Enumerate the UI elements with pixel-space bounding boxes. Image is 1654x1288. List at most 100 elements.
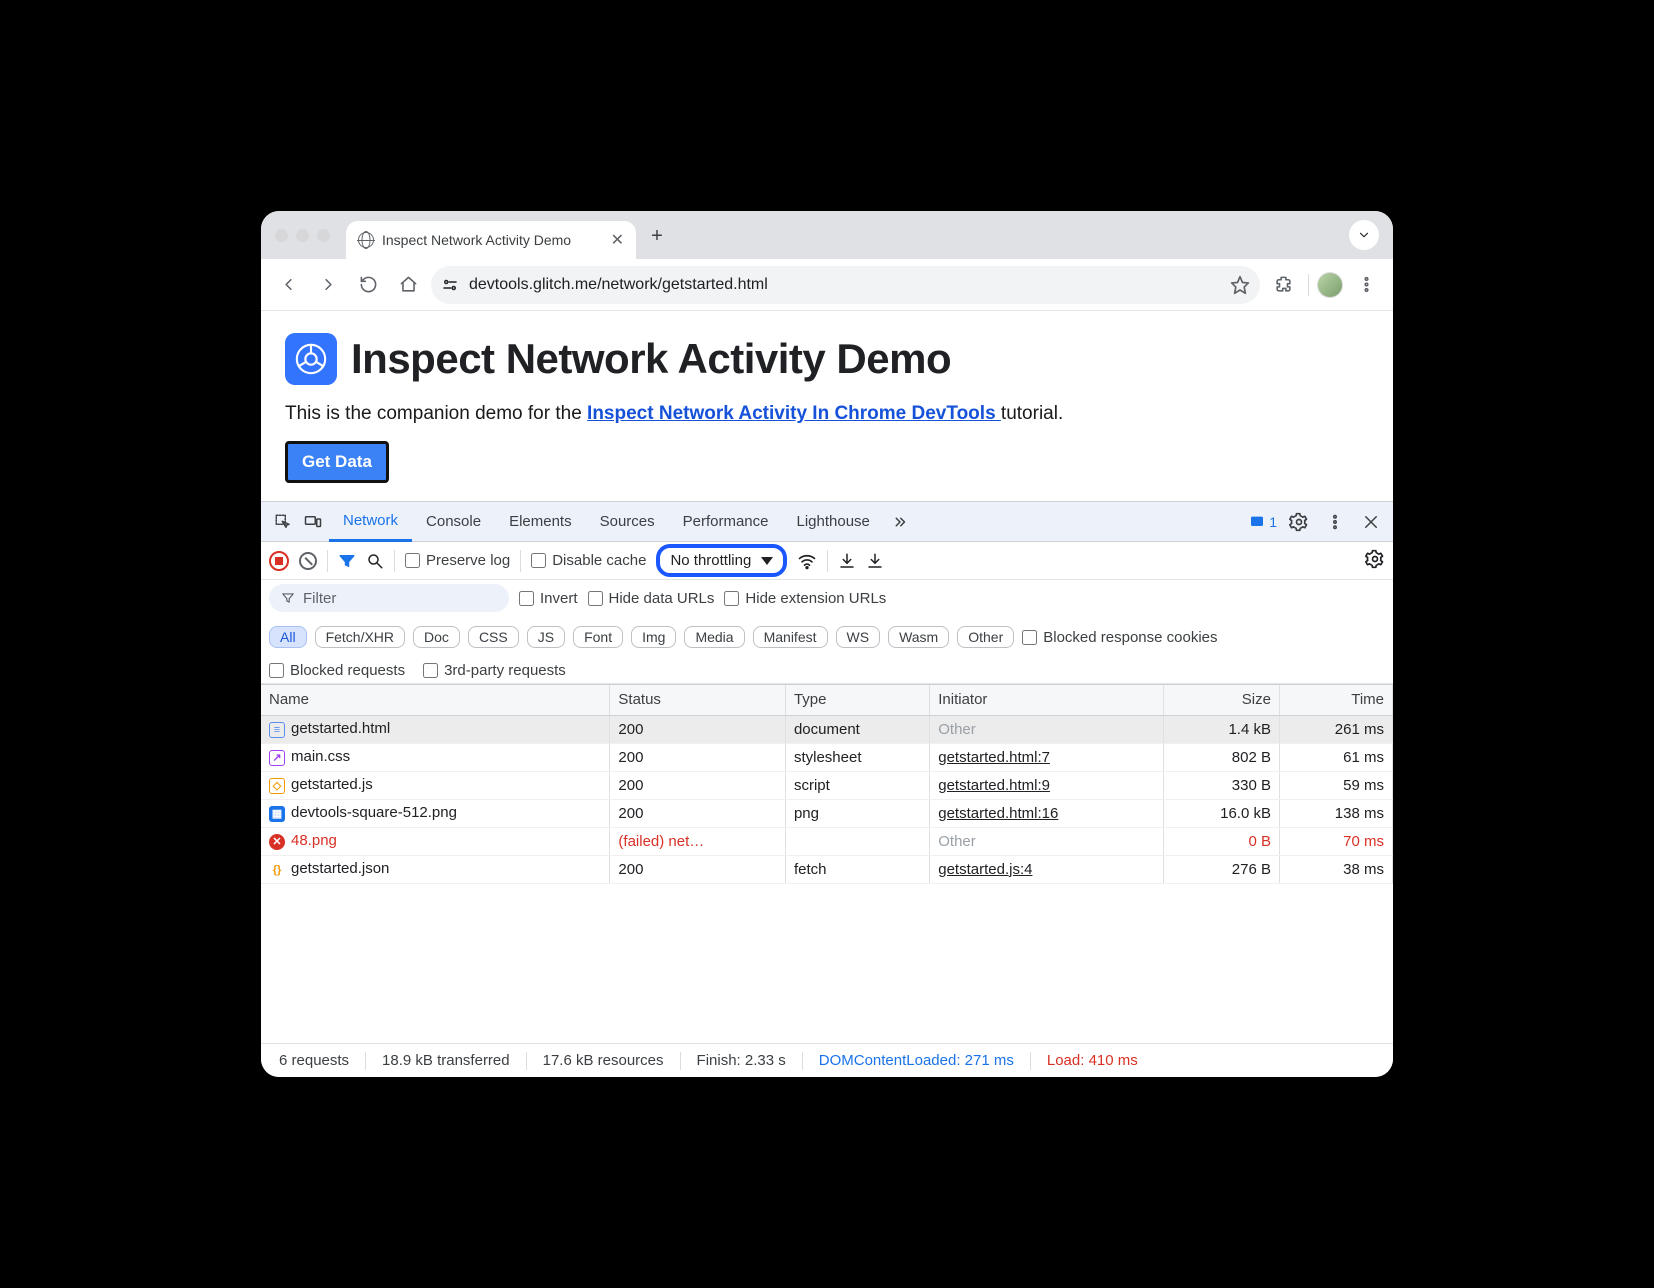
filter-type-other[interactable]: Other <box>957 626 1014 648</box>
status-transferred: 18.9 kB transferred <box>374 1052 518 1069</box>
reload-button[interactable] <box>351 268 385 302</box>
request-row[interactable]: ◇getstarted.js200scriptgetstarted.html:9… <box>261 771 1393 799</box>
filter-type-img[interactable]: Img <box>631 626 676 648</box>
network-requests-table: NameStatusTypeInitiatorSizeTime ≡getstar… <box>261 684 1393 1043</box>
traffic-light-close[interactable] <box>275 229 288 242</box>
traffic-light-max[interactable] <box>317 229 330 242</box>
home-button[interactable] <box>391 268 425 302</box>
filter-type-font[interactable]: Font <box>573 626 623 648</box>
tutorial-link[interactable]: Inspect Network Activity In Chrome DevTo… <box>587 403 1001 424</box>
issues-button[interactable]: 1 <box>1249 514 1277 530</box>
column-name[interactable]: Name <box>261 685 610 715</box>
record-button[interactable] <box>269 551 289 571</box>
status-finish: Finish: 2.33 s <box>689 1052 794 1069</box>
filter-toggle-icon[interactable] <box>338 552 356 570</box>
search-icon[interactable] <box>366 552 384 570</box>
bookmark-star-icon[interactable] <box>1230 275 1250 295</box>
filter-type-ws[interactable]: WS <box>836 626 881 648</box>
network-status-bar: 6 requests 18.9 kB transferred 17.6 kB r… <box>261 1043 1393 1077</box>
window-controls[interactable] <box>275 229 330 242</box>
chrome-devtools-icon <box>285 333 337 385</box>
request-row[interactable]: ↗main.css200stylesheetgetstarted.html:78… <box>261 743 1393 771</box>
back-button[interactable] <box>271 268 305 302</box>
filter-type-media[interactable]: Media <box>684 626 744 648</box>
tab-title: Inspect Network Activity Demo <box>382 232 603 248</box>
tab-search-button[interactable] <box>1349 220 1379 250</box>
toolbar-divider <box>1308 274 1309 296</box>
browser-window: Inspect Network Activity Demo ✕ + devtoo… <box>261 211 1393 1077</box>
filter-type-fetchxhr[interactable]: Fetch/XHR <box>315 626 405 648</box>
request-row[interactable]: ≡getstarted.html200documentOther1.4 kB26… <box>261 715 1393 743</box>
filter-type-js[interactable]: JS <box>527 626 565 648</box>
filter-type-css[interactable]: CSS <box>468 626 519 648</box>
page-intro: This is the companion demo for the Inspe… <box>285 403 1369 425</box>
blocked-cookies-checkbox[interactable]: Blocked response cookies <box>1022 629 1217 646</box>
tab-strip: Inspect Network Activity Demo ✕ + <box>261 211 1393 259</box>
throttling-dropdown[interactable]: No throttling <box>656 544 787 577</box>
page-heading: Inspect Network Activity Demo <box>351 335 951 383</box>
hide-data-urls-checkbox[interactable]: Hide data URLs <box>588 590 715 607</box>
devtools-close-icon[interactable] <box>1357 513 1385 531</box>
address-bar[interactable]: devtools.glitch.me/network/getstarted.ht… <box>431 266 1260 304</box>
status-dcl: DOMContentLoaded: 271 ms <box>811 1052 1022 1069</box>
devtools-tab-network[interactable]: Network <box>329 502 412 542</box>
import-har-icon[interactable] <box>866 552 884 570</box>
network-settings-icon[interactable] <box>1365 549 1385 573</box>
profile-avatar[interactable] <box>1317 272 1343 298</box>
request-row[interactable]: ▦devtools-square-512.png200pnggetstarted… <box>261 799 1393 827</box>
devtools-panel: NetworkConsoleElementsSourcesPerformance… <box>261 501 1393 1077</box>
disable-cache-checkbox[interactable]: Disable cache <box>531 552 646 569</box>
status-load: Load: 410 ms <box>1039 1052 1146 1069</box>
devtools-tabs: NetworkConsoleElementsSourcesPerformance… <box>261 502 1393 542</box>
network-conditions-icon[interactable] <box>797 551 817 571</box>
devtools-more-icon[interactable] <box>1321 513 1349 531</box>
blocked-requests-checkbox[interactable]: Blocked requests <box>269 662 405 679</box>
new-tab-button[interactable]: + <box>642 221 672 251</box>
chevron-down-icon <box>1357 228 1371 242</box>
request-row[interactable]: ✕48.png(failed) net…Other0 B70 ms <box>261 827 1393 855</box>
extensions-button[interactable] <box>1266 268 1300 302</box>
dropdown-triangle-icon <box>761 557 773 565</box>
status-resources: 17.6 kB resources <box>535 1052 672 1069</box>
network-filter-bar: Filter Invert Hide data URLs Hide extens… <box>261 580 1393 684</box>
devtools-tab-sources[interactable]: Sources <box>586 502 669 542</box>
preserve-log-checkbox[interactable]: Preserve log <box>405 552 510 569</box>
filter-type-manifest[interactable]: Manifest <box>753 626 828 648</box>
devtools-tab-lighthouse[interactable]: Lighthouse <box>783 502 884 542</box>
traffic-light-min[interactable] <box>296 229 309 242</box>
column-status[interactable]: Status <box>610 685 786 715</box>
url-text: devtools.glitch.me/network/getstarted.ht… <box>469 276 1220 294</box>
filter-type-all[interactable]: All <box>269 626 307 648</box>
column-time[interactable]: Time <box>1279 685 1392 715</box>
globe-icon <box>358 232 374 248</box>
clear-button[interactable] <box>299 552 317 570</box>
devtools-tab-performance[interactable]: Performance <box>669 502 783 542</box>
devtools-tab-console[interactable]: Console <box>412 502 495 542</box>
devtools-tab-elements[interactable]: Elements <box>495 502 586 542</box>
filter-input[interactable]: Filter <box>269 584 509 612</box>
inspect-element-icon[interactable] <box>269 513 297 531</box>
browser-tab[interactable]: Inspect Network Activity Demo ✕ <box>346 221 636 259</box>
filter-type-wasm[interactable]: Wasm <box>888 626 949 648</box>
close-tab-icon[interactable]: ✕ <box>611 230 624 250</box>
hide-extension-urls-checkbox[interactable]: Hide extension URLs <box>724 590 886 607</box>
get-data-button[interactable]: Get Data <box>285 441 389 483</box>
overflow-menu-button[interactable] <box>1349 268 1383 302</box>
browser-toolbar: devtools.glitch.me/network/getstarted.ht… <box>261 259 1393 311</box>
funnel-icon <box>281 591 295 605</box>
site-settings-icon[interactable] <box>441 276 459 294</box>
settings-gear-icon[interactable] <box>1285 512 1313 532</box>
network-toolbar: Preserve log Disable cache No throttling <box>261 542 1393 580</box>
more-tabs-icon[interactable] <box>886 513 914 531</box>
device-toolbar-icon[interactable] <box>299 513 327 531</box>
request-row[interactable]: {}getstarted.json200fetchgetstarted.js:4… <box>261 855 1393 883</box>
third-party-checkbox[interactable]: 3rd-party requests <box>423 662 566 679</box>
column-size[interactable]: Size <box>1164 685 1280 715</box>
column-initiator[interactable]: Initiator <box>930 685 1164 715</box>
column-type[interactable]: Type <box>785 685 929 715</box>
export-har-icon[interactable] <box>838 552 856 570</box>
invert-checkbox[interactable]: Invert <box>519 590 578 607</box>
status-requests: 6 requests <box>271 1052 357 1069</box>
filter-type-doc[interactable]: Doc <box>413 626 460 648</box>
forward-button[interactable] <box>311 268 345 302</box>
